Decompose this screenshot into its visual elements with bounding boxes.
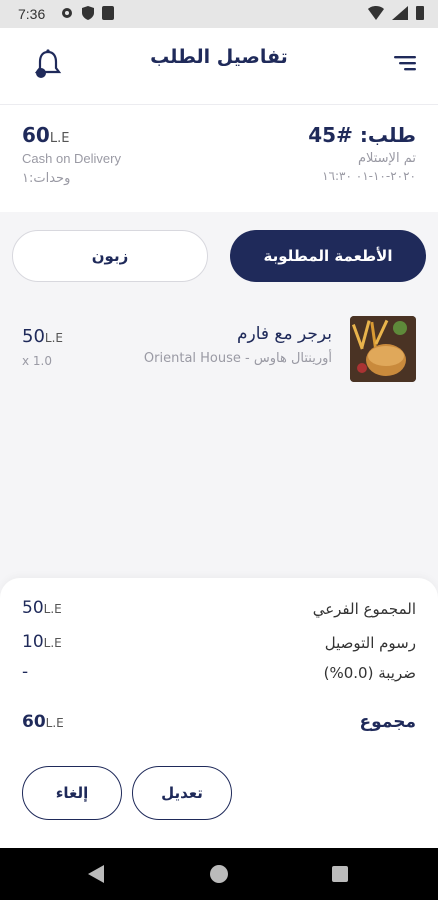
menu-icon[interactable] [394, 54, 416, 72]
total-currency: L.E [45, 716, 64, 730]
item-image [350, 316, 416, 382]
total-label: مجموع [359, 712, 416, 732]
order-status: تم الإستلام [357, 151, 416, 166]
subtotal-label: المجموع الفرعي [312, 600, 416, 618]
order-date: ٢٠٢٠-١٠-٠١ ١٦:٣٠ [322, 169, 416, 183]
total-amount: 60 [22, 712, 46, 732]
delivery-fee-currency: L.E [43, 636, 62, 650]
item-name: برجر مع فارم [236, 324, 332, 344]
total-value: 60L.E [22, 712, 64, 732]
order-units: وحدات:١ [22, 171, 71, 186]
page-title: تفاصيل الطلب [150, 46, 288, 68]
app-bar: تفاصيل الطلب [0, 28, 438, 104]
item-price-value: 50 [22, 326, 45, 347]
home-icon[interactable] [210, 865, 228, 883]
item-quantity: x 1.0 [22, 354, 52, 368]
order-total-currency: L.E [49, 131, 70, 146]
tab-ordered-items[interactable]: الأطعمة المطلوبة [230, 230, 426, 282]
item-price-currency: L.E [44, 331, 63, 345]
order-total-value: 60 [22, 123, 50, 147]
delivery-fee-label: رسوم التوصيل [324, 634, 416, 652]
cancel-button[interactable]: إلغاء [22, 766, 122, 820]
status-time: 7:36 [18, 6, 46, 22]
signal-icon [392, 6, 408, 20]
recent-apps-icon[interactable] [332, 866, 348, 882]
system-nav-bar [0, 848, 438, 900]
payment-method: Cash on Delivery [22, 151, 121, 166]
sim-icon [102, 6, 114, 20]
subtotal-amount: 50 [22, 598, 44, 618]
item-price: 50L.E [22, 326, 63, 347]
gear-icon [62, 8, 72, 18]
item-restaurant: Oriental House - أورينتال هاوس [143, 351, 332, 366]
order-summary: المجموع الفرعي 50L.E رسوم التوصيل 10L.E … [0, 578, 438, 848]
delivery-fee-amount: 10 [22, 632, 44, 652]
status-left-icons [60, 6, 114, 20]
battery-icon [416, 6, 424, 20]
tax-label: ضريبة (0.0%) [323, 664, 416, 682]
wifi-icon [368, 6, 384, 20]
tab-customer[interactable]: زبون [12, 230, 208, 282]
order-info-card: طلب: #45 تم الإستلام ٢٠٢٠-١٠-٠١ ١٦:٣٠ 60… [0, 104, 438, 212]
subtotal-value: 50L.E [22, 598, 62, 618]
shield-icon [82, 6, 94, 20]
tax-value: - [22, 662, 29, 682]
edit-button[interactable]: تعديل [132, 766, 232, 820]
back-icon[interactable] [88, 865, 104, 883]
status-bar: 7:36 [0, 0, 438, 28]
order-total: 60L.E [22, 123, 69, 147]
delivery-fee-value: 10L.E [22, 632, 62, 652]
subtotal-currency: L.E [43, 602, 62, 616]
order-number: طلب: #45 [308, 123, 416, 147]
list-item[interactable]: برجر مع فارم Oriental House - أورينتال ه… [0, 310, 438, 390]
status-right-icons [368, 6, 424, 20]
